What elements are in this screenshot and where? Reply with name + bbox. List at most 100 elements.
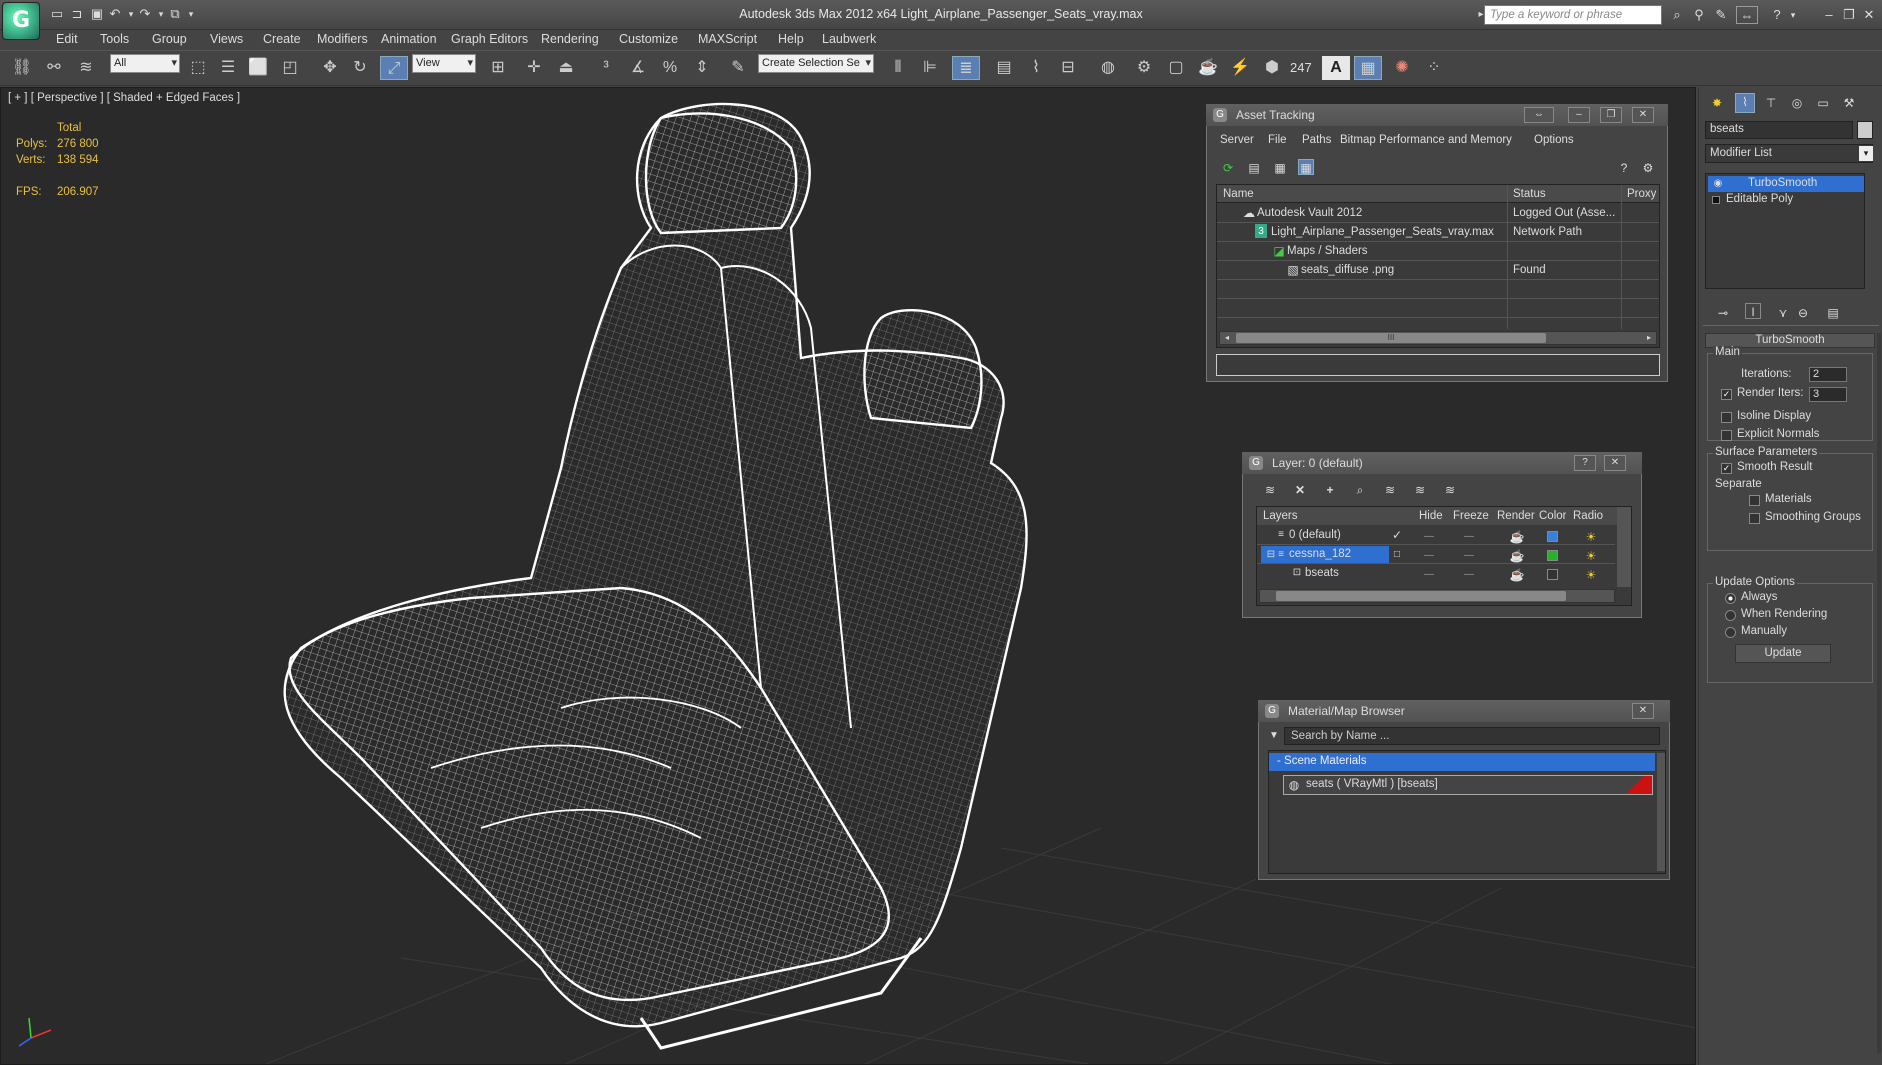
curve-editor-icon[interactable]: ⌇: [1022, 56, 1050, 80]
asset-scroll-thumb[interactable]: III: [1236, 333, 1546, 343]
text-tool-icon[interactable]: A: [1322, 56, 1350, 80]
rectangular-selection-icon[interactable]: ⬜: [244, 56, 272, 80]
menu-customize[interactable]: Customize: [619, 32, 678, 46]
modifier-list-dropdown[interactable]: Modifier List: [1705, 144, 1873, 163]
asset-col-name[interactable]: Name: [1223, 188, 1254, 200]
layer-row-bseats[interactable]: bseats: [1305, 567, 1339, 579]
asset-menu-paths[interactable]: Paths: [1302, 134, 1331, 146]
keyword-search-input[interactable]: Type a keyword or phrase: [1484, 5, 1662, 25]
asset-menu-bitmap[interactable]: Bitmap Performance and Memory: [1340, 134, 1512, 146]
layer-col-hide[interactable]: Hide: [1419, 510, 1443, 522]
when-rendering-radio[interactable]: [1725, 610, 1736, 621]
rendered-frame-window-icon[interactable]: ▢: [1162, 56, 1190, 80]
pin-stack-icon[interactable]: ⊸: [1715, 305, 1731, 321]
modify-tab-icon[interactable]: ⌇: [1735, 93, 1755, 113]
unlink-icon[interactable]: ⚯: [40, 56, 68, 80]
menu-graph-editors[interactable]: Graph Editors: [451, 32, 528, 46]
graphite-tools-icon[interactable]: ▤: [990, 56, 1018, 80]
radiosity-icon[interactable]: ☀: [1583, 548, 1599, 564]
freeze-toggle-icon[interactable]: —: [1461, 529, 1477, 545]
iterations-spinner[interactable]: 2: [1809, 367, 1847, 382]
link-icon[interactable]: ⛓: [8, 56, 36, 80]
app-logo-button[interactable]: G: [2, 2, 40, 40]
asset-close-icon[interactable]: ✕: [1632, 107, 1654, 123]
menu-animation[interactable]: Animation: [381, 32, 437, 46]
smoothing-groups-checkbox[interactable]: [1749, 513, 1760, 524]
menu-tools[interactable]: Tools: [100, 32, 129, 46]
help-dropdown-icon[interactable]: ▾: [1784, 6, 1802, 24]
stack-item-selected[interactable]: ◉ TurboSmooth: [1708, 176, 1864, 192]
stack-toggle-icon[interactable]: [1712, 196, 1720, 204]
hide-all-icon[interactable]: ≋: [1412, 482, 1428, 498]
layer-row-cessna[interactable]: cessna_182: [1289, 548, 1351, 560]
material-browser-title-bar[interactable]: G Material/Map Browser ✕: [1258, 700, 1670, 722]
reference-coordinate-dropdown[interactable]: View: [412, 54, 476, 73]
menu-edit[interactable]: Edit: [56, 32, 78, 46]
asset-row-name[interactable]: Light_Airplane_Passenger_Seats_vray.max: [1271, 226, 1494, 238]
render-iters-checkbox[interactable]: ✓: [1721, 389, 1732, 400]
viewport-label[interactable]: [ + ] [ Perspective ] [ Shaded + Edged F…: [8, 92, 240, 104]
browser-options-icon[interactable]: ▼: [1266, 728, 1282, 744]
hide-toggle-icon[interactable]: —: [1421, 567, 1437, 583]
render-production-icon[interactable]: ☕: [1194, 56, 1222, 80]
remove-modifier-icon[interactable]: ⊖: [1795, 305, 1811, 321]
menu-create[interactable]: Create: [263, 32, 301, 46]
layer-col-render[interactable]: Render: [1497, 510, 1535, 522]
menu-help[interactable]: Help: [778, 32, 804, 46]
lightbulb-icon[interactable]: ◉: [1710, 176, 1726, 192]
object-color-swatch[interactable]: [1857, 121, 1873, 139]
percent-snap-icon[interactable]: %: [656, 56, 684, 80]
freeze-toggle-icon[interactable]: —: [1461, 567, 1477, 583]
named-selection-sets-dropdown[interactable]: Create Selection Se: [758, 54, 874, 73]
isoline-display-checkbox[interactable]: [1721, 412, 1732, 423]
scroll-right-icon[interactable]: ▸: [1642, 332, 1656, 344]
asset-path-field[interactable]: [1216, 354, 1660, 376]
asset-col-status[interactable]: Status: [1513, 188, 1546, 200]
scene-materials-group[interactable]: - Scene Materials: [1269, 753, 1655, 771]
layer-vertical-scrollbar[interactable]: [1617, 507, 1631, 587]
schematic-view-icon[interactable]: ⊟: [1054, 56, 1082, 80]
configure-sets-icon[interactable]: ▤: [1825, 305, 1841, 321]
layer-title-bar[interactable]: G Layer: 0 (default) ? ✕: [1242, 452, 1642, 474]
asset-row-name[interactable]: Maps / Shaders: [1287, 245, 1368, 257]
select-objects-in-layer-icon[interactable]: ⌕: [1352, 482, 1368, 498]
asset-row-name[interactable]: seats_diffuse .png: [1301, 264, 1394, 276]
radiosity-icon[interactable]: ☀: [1583, 567, 1599, 583]
show-end-result-icon[interactable]: I: [1745, 303, 1761, 319]
materials-checkbox[interactable]: [1749, 495, 1760, 506]
utilities-tab-icon[interactable]: ⚒: [1841, 95, 1857, 111]
menu-views[interactable]: Views: [210, 32, 243, 46]
asset-menu-file[interactable]: File: [1268, 134, 1287, 146]
subscription-icon[interactable]: ⚲: [1690, 6, 1708, 24]
minimize-icon[interactable]: –: [1820, 6, 1838, 24]
menu-group[interactable]: Group: [152, 32, 187, 46]
hierarchy-tab-icon[interactable]: ⊤: [1763, 95, 1779, 111]
select-manipulate-icon[interactable]: ✛: [520, 56, 548, 80]
table-view-icon[interactable]: ▦: [1298, 159, 1314, 175]
render-toggle-icon[interactable]: ☕: [1509, 567, 1525, 583]
object-name-field[interactable]: bseats: [1705, 121, 1853, 139]
keyboard-shortcut-override-icon[interactable]: ⏏: [552, 56, 580, 80]
refresh-icon[interactable]: ⟳: [1220, 160, 1236, 176]
asset-row-name[interactable]: Autodesk Vault 2012: [1257, 207, 1362, 219]
scatter-icon[interactable]: ⁘: [1420, 56, 1448, 80]
material-vertical-scrollbar[interactable]: [1657, 753, 1665, 871]
material-browser-close-icon[interactable]: ✕: [1632, 703, 1654, 719]
pivot-center-icon[interactable]: ⊞: [484, 56, 512, 80]
script-listener-icon[interactable]: ▦: [1354, 56, 1382, 80]
manually-radio[interactable]: [1725, 627, 1736, 638]
layer-manager-icon[interactable]: ≣: [952, 56, 980, 80]
add-to-layer-icon[interactable]: +: [1322, 482, 1338, 498]
hide-toggle-icon[interactable]: —: [1421, 548, 1437, 564]
window-crossing-icon[interactable]: ◰: [276, 56, 304, 80]
asset-tracking-title-bar[interactable]: G Asset Tracking ⇔ – ❐ ✕: [1206, 104, 1668, 126]
align-icon[interactable]: ⊫: [916, 56, 944, 80]
modifier-list-arrow-icon[interactable]: ▾: [1859, 146, 1873, 161]
freeze-all-icon[interactable]: ≋: [1442, 482, 1458, 498]
tree-view-icon[interactable]: ▦: [1272, 160, 1288, 176]
bind-spacewarp-icon[interactable]: ≋: [72, 56, 100, 80]
menu-maxscript[interactable]: MAXScript: [698, 32, 757, 46]
move-icon[interactable]: ✥: [316, 56, 344, 80]
communication-center-icon[interactable]: ✎: [1712, 6, 1730, 24]
render-setup-icon[interactable]: ⚙: [1130, 56, 1158, 80]
